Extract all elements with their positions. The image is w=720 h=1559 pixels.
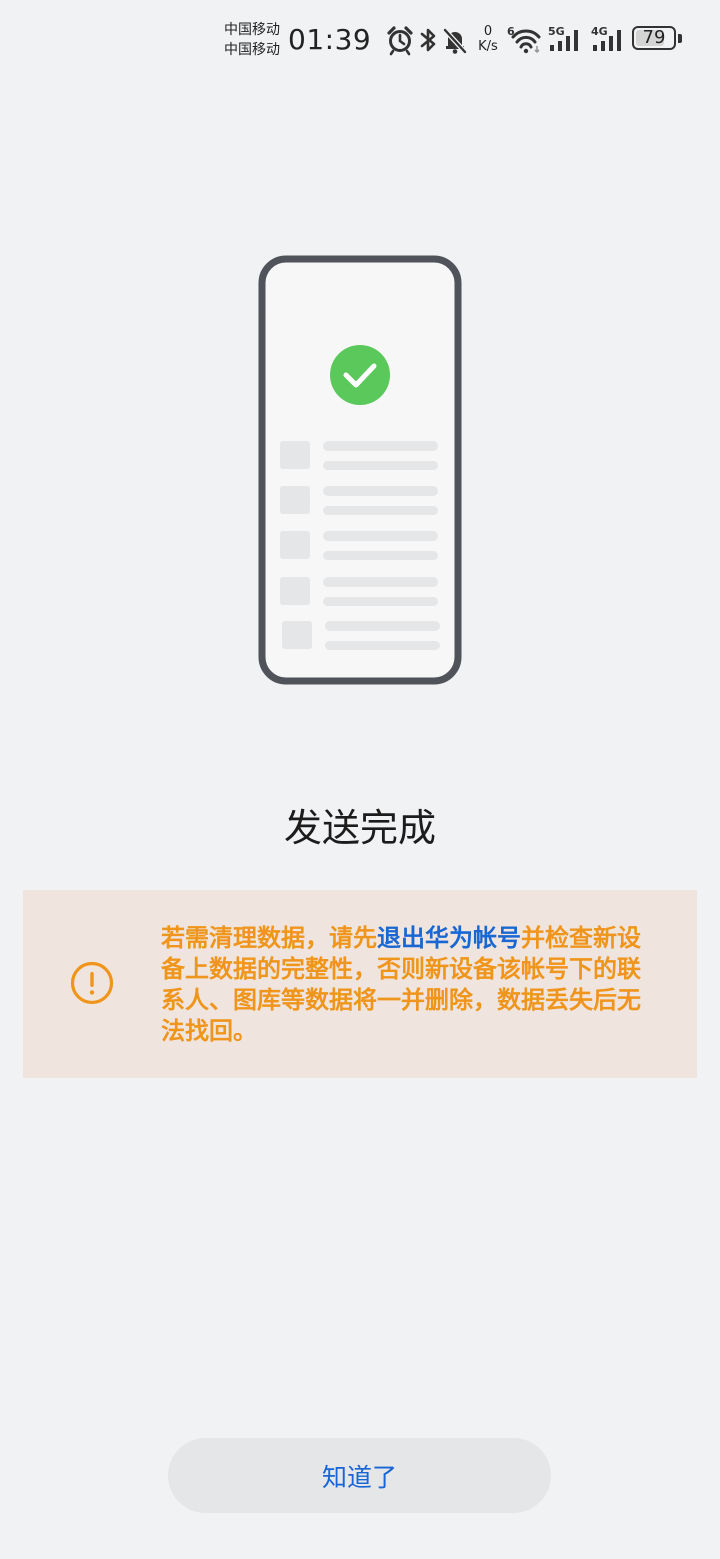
signal-4g-label: 4G	[591, 25, 608, 38]
warning-text-before: 若需清理数据，请先	[161, 924, 377, 952]
warning-text: 若需清理数据，请先退出华为帐号并检查新设备上数据的完整性，否则新设备该帐号下的联…	[161, 923, 661, 1047]
net-speed-unit: K/s	[478, 39, 498, 54]
warning-box: 若需清理数据，请先退出华为帐号并检查新设备上数据的完整性，否则新设备该帐号下的联…	[23, 890, 697, 1078]
battery-cap	[678, 34, 682, 43]
phone-illustration	[258, 255, 462, 685]
wifi-icon: 6	[507, 25, 541, 54]
battery-level: 79	[642, 27, 666, 48]
carrier-1: 中国移动	[224, 22, 280, 38]
carrier-info: 中国移动 中国移动	[224, 20, 280, 60]
signal-5g-icon: 5G	[548, 25, 578, 51]
exclamation-circle-icon	[70, 961, 114, 1005]
mute-bell-icon	[443, 28, 467, 54]
clock: 01:39	[288, 23, 372, 56]
battery-icon: 79	[632, 26, 676, 50]
bluetooth-icon	[420, 28, 436, 52]
status-bar: 中国移动 中国移动 01:39 0 K/s 6 5G 4G 79	[0, 0, 720, 80]
alarm-icon	[387, 26, 413, 56]
net-speed: 0 K/s	[474, 24, 502, 54]
page-title: 发送完成	[283, 806, 436, 850]
got-it-button[interactable]: 知道了	[168, 1438, 551, 1513]
check-circle-icon	[330, 345, 390, 405]
carrier-2: 中国移动	[224, 42, 280, 58]
sign-out-huawei-id-link[interactable]: 退出华为帐号	[377, 924, 521, 952]
net-speed-value: 0	[483, 24, 493, 39]
signal-4g-icon: 4G	[591, 25, 621, 51]
signal-5g-label: 5G	[548, 25, 565, 38]
